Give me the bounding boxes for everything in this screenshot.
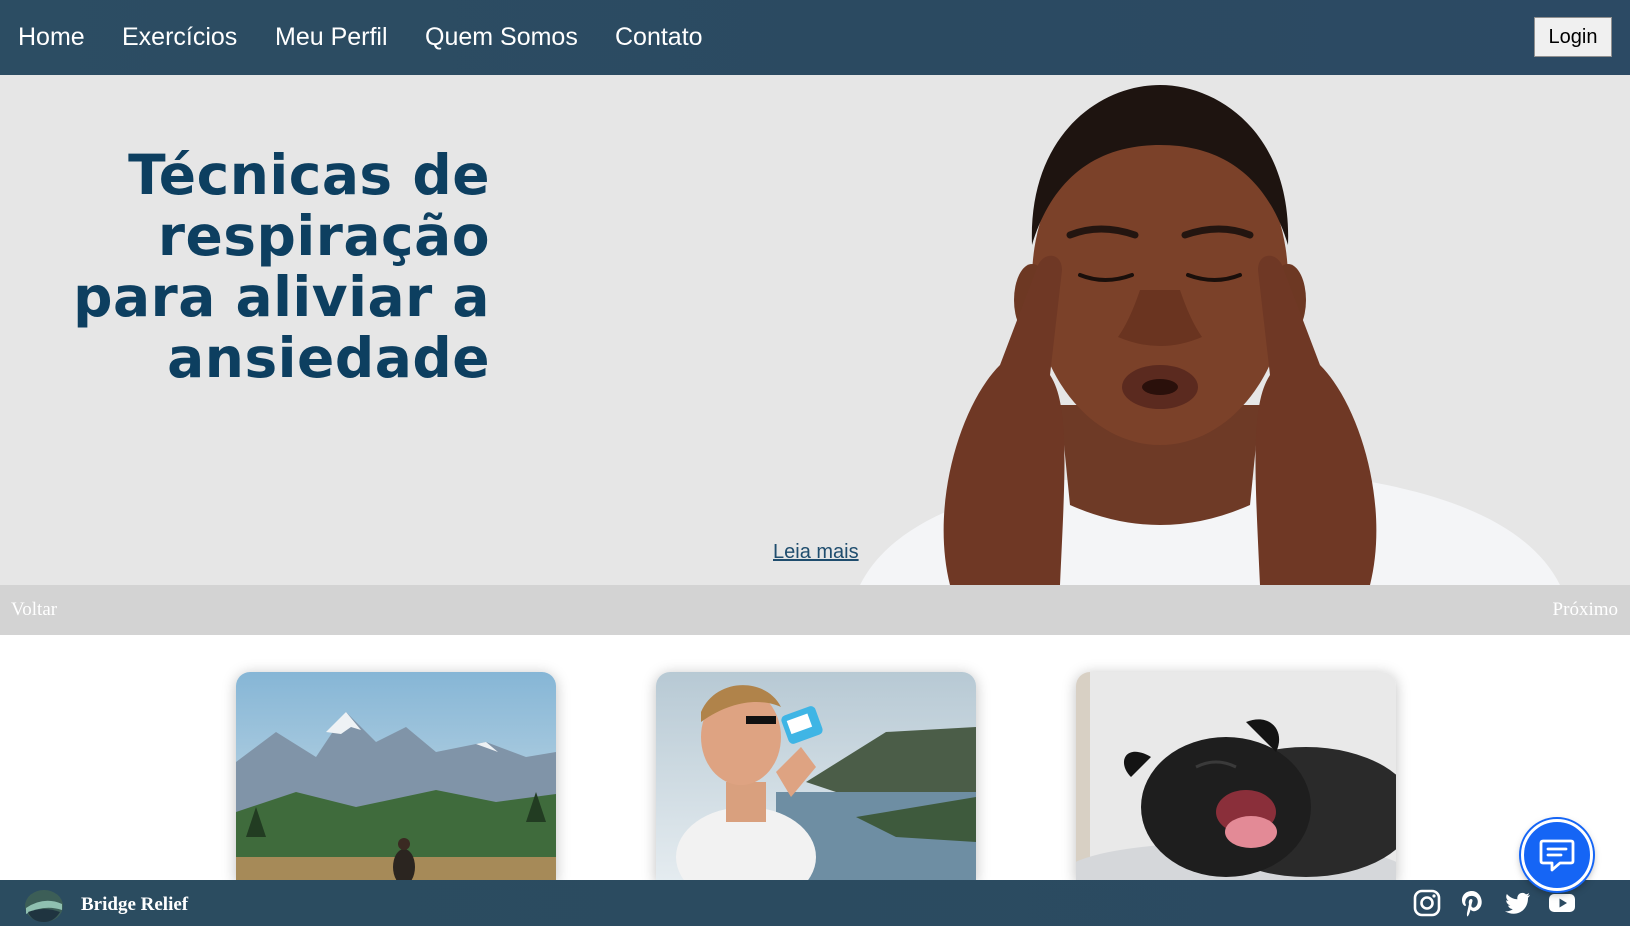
login-button[interactable]: Login — [1534, 17, 1612, 57]
footer: Bridge Relief — [0, 880, 1630, 926]
hero-image-breathing-man — [860, 85, 1560, 585]
brand-name: Bridge Relief — [81, 894, 189, 915]
read-more-link[interactable]: Leia mais — [773, 541, 859, 564]
hero-title-line: Técnicas de — [128, 143, 490, 207]
card-mountain[interactable] — [236, 672, 556, 882]
card-pug[interactable] — [1076, 672, 1396, 882]
hero-title-line: para aliviar a — [73, 265, 490, 329]
hero-slide: Técnicas de respiração para aliviar a an… — [0, 75, 1630, 585]
carousel-prev-button[interactable]: Voltar — [11, 599, 57, 621]
nav-link-contato[interactable]: Contato — [615, 20, 703, 54]
hero-title: Técnicas de respiração para aliviar a an… — [40, 145, 490, 389]
yawning-pug-image — [1076, 672, 1396, 882]
navbar: Home Exercícios Meu Perfil Quem Somos Co… — [0, 0, 1630, 75]
twitter-icon[interactable] — [1502, 888, 1532, 918]
man-drinking-water-image — [656, 672, 976, 882]
carousel-controls: Voltar Próximo — [0, 585, 1630, 635]
hero-title-line: ansiedade — [167, 326, 490, 390]
card-water[interactable] — [656, 672, 976, 882]
chat-button[interactable] — [1521, 819, 1593, 891]
nav-link-exercicios[interactable]: Exercícios — [122, 20, 237, 54]
pinterest-icon[interactable] — [1457, 888, 1487, 918]
nav-link-quem-somos[interactable]: Quem Somos — [425, 20, 578, 54]
nav-link-home[interactable]: Home — [18, 20, 85, 54]
mountain-landscape-image — [236, 672, 556, 882]
chat-icon — [1539, 839, 1575, 872]
nav-link-meu-perfil[interactable]: Meu Perfil — [275, 20, 388, 54]
hero-title-line: respiração — [157, 204, 490, 268]
instagram-icon[interactable] — [1412, 888, 1442, 918]
carousel-next-button[interactable]: Próximo — [1553, 599, 1618, 621]
youtube-icon[interactable] — [1547, 888, 1577, 918]
bridge-relief-logo-icon — [25, 890, 63, 922]
